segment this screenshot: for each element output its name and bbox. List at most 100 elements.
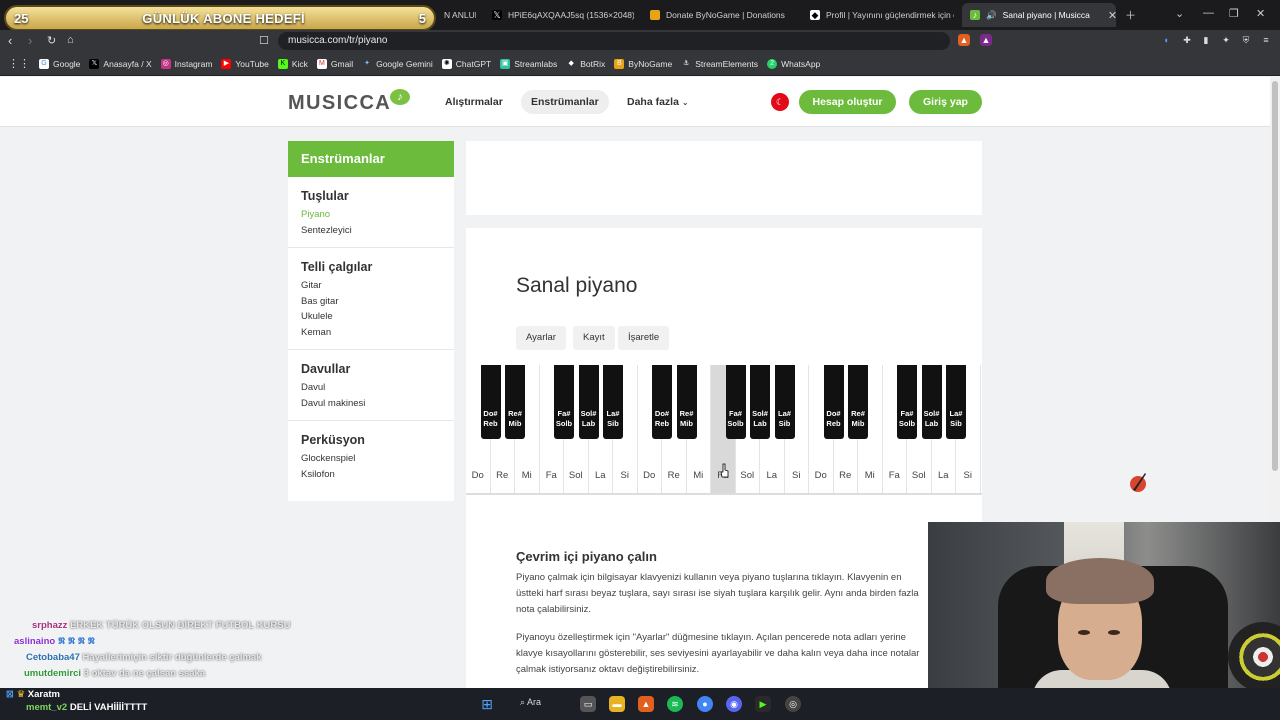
sidebar-item-bass-guitar[interactable]: Bas gitar	[301, 294, 441, 310]
sidebar-item-glockenspiel[interactable]: Glockenspiel	[301, 451, 441, 467]
bookmark-kick[interactable]: K Kick	[277, 58, 308, 69]
settings-paragraph: Piyanoyu özelleştirmek için "Ayarlar" dü…	[516, 632, 920, 675]
black-key[interactable]: Fa# Solb	[897, 365, 917, 439]
black-key[interactable]: Re# Mib	[505, 365, 525, 439]
black-key[interactable]: Fa# Solb	[554, 365, 574, 439]
apps-icon[interactable]: ⋮⋮	[8, 57, 30, 70]
record-button[interactable]: Kayıt	[573, 326, 615, 350]
settings-button[interactable]: Ayarlar	[516, 326, 566, 350]
discord-icon[interactable]: ◉	[726, 696, 742, 712]
bookmark-instagram[interactable]: ◎ Instagram	[160, 58, 212, 69]
bookmark-gemini[interactable]: ✦ Google Gemini	[362, 59, 433, 69]
browser-tab-active[interactable]: ♪ 🔊 Sanal piyano | Musicca ✕	[962, 3, 1116, 27]
obs-icon[interactable]: ◎	[785, 696, 801, 712]
brave-icon[interactable]: ▲	[638, 696, 654, 712]
rewards-icon[interactable]: ▲	[980, 34, 992, 46]
black-key[interactable]: Re# Mib	[848, 365, 868, 439]
turkish-flag-icon[interactable]: ☾	[771, 93, 789, 111]
streamlabs-icon: ▣	[500, 58, 511, 69]
whatsapp-icon: 2	[767, 58, 778, 69]
menu-icon[interactable]: ≡	[1260, 34, 1272, 46]
browser-tab[interactable]: 𝕏 HPiE6qAXQAAJ5sq (1536×2048)	[484, 3, 634, 27]
bookmark-streamelements[interactable]: ⚓ StreamElements	[681, 59, 758, 69]
emote-icon: 𝕹 𝕹 𝕹 𝕹	[57, 636, 95, 647]
bookmark-youtube[interactable]: ▶ YouTube	[221, 58, 269, 69]
goal-current-count: 25	[14, 10, 29, 26]
scroll-thumb[interactable]	[1272, 81, 1278, 471]
black-key[interactable]: La# Sib	[603, 365, 623, 439]
sidebar-item-guitar[interactable]: Gitar	[301, 278, 441, 294]
black-key[interactable]: Sol# Lab	[578, 365, 599, 439]
brave-shield-icon[interactable]: ▲	[958, 34, 970, 46]
tab-search-icon[interactable]: ⌄	[1175, 7, 1184, 20]
nav-exercises[interactable]: Alıştırmalar	[435, 90, 513, 114]
bookmark-bynogame[interactable]: B ByNoGame	[614, 58, 672, 69]
home-icon[interactable]: ⌂	[67, 34, 74, 46]
bookmark-x[interactable]: 𝕏 Anasayfa / X	[89, 58, 152, 69]
bookmark-chatgpt[interactable]: ✺ ChatGPT	[441, 58, 491, 69]
forward-icon[interactable]: ›	[28, 33, 32, 48]
minimize-icon[interactable]: —	[1203, 7, 1214, 19]
bookmark-label: Anasayfa / X	[103, 58, 152, 69]
sidebar-item-violin[interactable]: Keman	[301, 325, 441, 341]
nav-more[interactable]: Daha fazla ⌄	[617, 90, 699, 114]
reload-icon[interactable]: ↻	[47, 34, 56, 47]
black-key[interactable]: Sol# Lab	[921, 365, 942, 439]
vpn-icon[interactable]: ⛨	[1240, 34, 1252, 46]
piano-base	[466, 493, 982, 495]
file-explorer-icon[interactable]: ▬	[609, 696, 625, 712]
sidebar-item-ukulele[interactable]: Ukulele	[301, 309, 441, 325]
mark-button[interactable]: İşaretle	[618, 326, 670, 350]
black-key[interactable]: Sol# Lab	[750, 365, 770, 439]
black-key[interactable]: Do# Reb	[652, 365, 672, 439]
badge-icon: ⊠	[6, 689, 14, 700]
chrome-icon[interactable]: ●	[697, 696, 713, 712]
sidebar-icon[interactable]: ▮	[1200, 34, 1212, 46]
black-key-label: La# Sib	[949, 409, 963, 428]
streamelements-icon: ⚓	[683, 59, 690, 67]
kick-app-icon[interactable]: ▶	[755, 696, 771, 712]
black-key[interactable]: Re# Mib	[676, 365, 697, 439]
spotify-icon[interactable]: ≋	[667, 696, 683, 712]
extensions-icon[interactable]: ✚	[1181, 34, 1193, 46]
stream-goal-bar: 25 GÜNLÜK ABONE HEDEFİ 5	[4, 5, 436, 31]
bookmark-gmail[interactable]: M Gmail	[316, 58, 353, 69]
bookmark-icon[interactable]: ☐	[259, 34, 269, 47]
windows-start-icon[interactable]: ⊞	[479, 696, 495, 712]
close-window-icon[interactable]: ✕	[1256, 7, 1265, 20]
audio-icon[interactable]: ◖	[1160, 34, 1172, 46]
browser-tab[interactable]: N ANLUK	[436, 3, 476, 27]
browser-tab[interactable]: ◆ Profil | Yayınını güçlendirmek için en	[802, 3, 954, 27]
leo-ai-icon[interactable]: ✦	[1220, 34, 1232, 46]
black-key[interactable]: La# Sib	[774, 365, 795, 439]
bookmark-streamlabs[interactable]: ▣ Streamlabs	[500, 58, 557, 69]
sidebar-item-synthesizer[interactable]: Sentezleyici	[301, 223, 441, 239]
browser-tab[interactable]: Donate ByNoGame | Donations	[642, 3, 792, 27]
close-tab-icon[interactable]: ✕	[1108, 9, 1116, 22]
black-key[interactable]: Do# Reb	[480, 365, 501, 439]
url-field[interactable]: musicca.com/tr/piyano	[278, 32, 950, 50]
black-key[interactable]: Do# Reb	[823, 365, 844, 439]
nav-instruments[interactable]: Enstrümanlar	[521, 90, 609, 114]
bookmark-whatsapp[interactable]: 2 WhatsApp	[767, 58, 820, 69]
sidebar-item-drum-machine[interactable]: Davul makinesi	[301, 396, 441, 412]
bookmark-google[interactable]: G Google	[39, 58, 80, 69]
white-key-label: Do	[643, 470, 656, 481]
new-tab-icon[interactable]: ＋	[1125, 7, 1136, 23]
login-button[interactable]: Giriş yap	[909, 90, 982, 114]
white-key-label: Fa	[545, 470, 557, 481]
black-key[interactable]: Fa# Solb	[725, 365, 746, 439]
sidebar-item-piano[interactable]: Piyano	[301, 207, 441, 223]
bookmark-botrix[interactable]: ◆ BotRix	[566, 59, 606, 69]
chat-username: Xaratm	[27, 689, 60, 700]
sidebar-item-xylophone[interactable]: Ksilofon	[301, 467, 441, 483]
black-key[interactable]: La# Sib	[946, 365, 966, 439]
sidebar-item-drums[interactable]: Davul	[301, 380, 441, 396]
site-logo[interactable]: MUSICCA	[288, 92, 391, 115]
white-key-label: La	[594, 470, 606, 481]
restore-icon[interactable]: ❐	[1229, 7, 1239, 20]
create-account-button[interactable]: Hesap oluştur	[799, 90, 896, 114]
task-view-icon[interactable]: ▭	[580, 696, 596, 712]
back-icon[interactable]: ‹	[8, 33, 12, 48]
taskbar-search[interactable]: ⌕ Ara	[520, 697, 541, 708]
